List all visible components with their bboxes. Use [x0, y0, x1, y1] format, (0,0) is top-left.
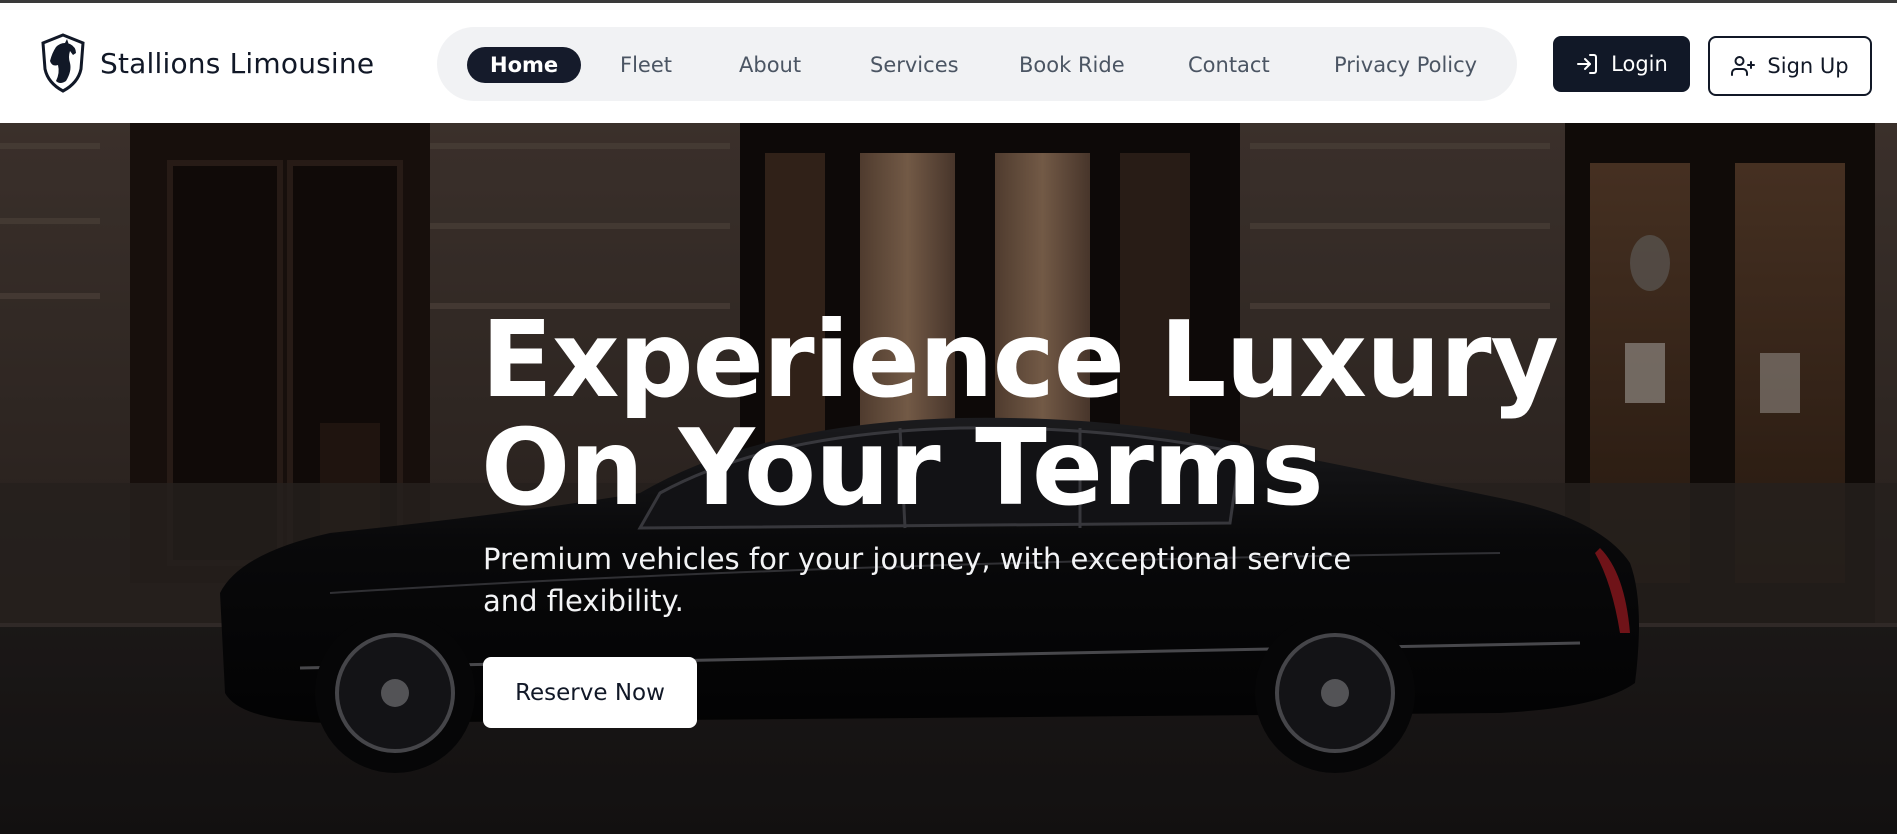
hero-title-line-2: On Your Terms	[481, 407, 1324, 529]
nav-item-book-ride[interactable]: Book Ride	[1019, 47, 1125, 83]
hero-title-line-1: Experience Luxury	[481, 299, 1559, 421]
login-button[interactable]: Login	[1553, 36, 1690, 92]
hero-subtitle: Premium vehicles for your journey, with …	[483, 542, 1352, 618]
reserve-now-button[interactable]: Reserve Now	[483, 657, 697, 728]
nav-item-privacy-policy[interactable]: Privacy Policy	[1334, 47, 1477, 83]
sign-up-button[interactable]: Sign Up	[1708, 36, 1872, 96]
brand-name: Stallions Limousine	[100, 46, 375, 80]
nav-item-contact[interactable]: Contact	[1188, 47, 1270, 83]
main-nav: Home Fleet About Services Book Ride Cont…	[437, 27, 1517, 101]
nav-item-home[interactable]: Home	[467, 47, 582, 83]
nav-item-fleet[interactable]: Fleet	[620, 47, 672, 83]
nav-item-about[interactable]: About	[739, 47, 801, 83]
login-label: Login	[1611, 52, 1668, 76]
nav-item-services[interactable]: Services	[870, 47, 959, 83]
sign-up-label: Sign Up	[1767, 54, 1849, 78]
user-plus-icon	[1731, 56, 1756, 76]
hero-section: Experience Luxury On Your Terms Premium …	[0, 123, 1897, 834]
site-header: Stallions Limousine Home Fleet About Ser…	[0, 3, 1897, 123]
hero-title: Experience Luxury On Your Terms	[481, 306, 1581, 522]
login-arrow-icon	[1577, 54, 1598, 74]
brand[interactable]: Stallions Limousine	[40, 33, 374, 93]
horse-shield-icon	[41, 33, 85, 93]
